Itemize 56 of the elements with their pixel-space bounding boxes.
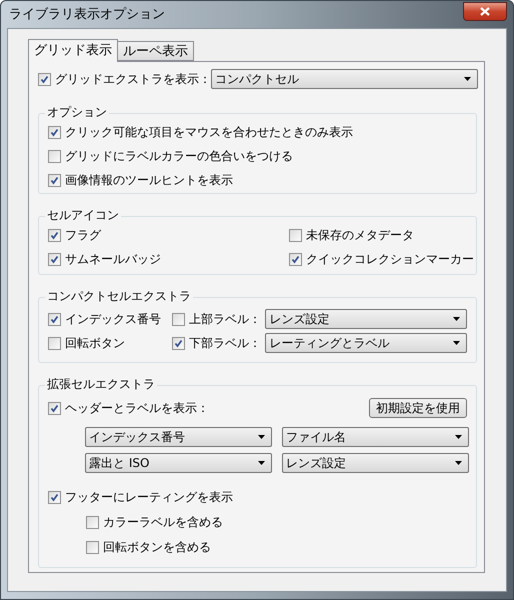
caret-icon [258, 461, 265, 465]
checkbox-label: グリッドにラベルカラーの色合いをつける [65, 150, 293, 162]
dropdown[interactable]: インデックス番号 [85, 427, 272, 447]
checkbox[interactable] [48, 402, 61, 414]
checkbox[interactable] [289, 228, 302, 242]
checkbox-label: 回転ボタンを含める [103, 541, 211, 553]
tab[interactable]: ルーペ表示 [118, 41, 194, 61]
dropdown[interactable]: レーティングとラベル [265, 333, 467, 353]
caret-icon [258, 435, 265, 439]
checkbox[interactable] [172, 336, 186, 350]
dropdown[interactable]: 露出と ISO [85, 453, 272, 473]
checkbox[interactable] [48, 336, 61, 350]
checkbox-label: フッターにレーティングを表示 [65, 491, 233, 503]
dropdown[interactable]: ファイル名 [282, 427, 469, 447]
checkbox-label: 下部ラベル： [189, 337, 262, 349]
caret-icon [455, 461, 462, 465]
checkbox-label: カラーラベルを含める [103, 516, 223, 528]
window-title: ライブラリ表示オプション [9, 8, 165, 21]
checkbox-label: 未保存のメタデータ [306, 229, 414, 241]
checkbox[interactable] [86, 516, 99, 528]
checkbox[interactable] [289, 252, 302, 266]
dropdown[interactable]: レンズ設定 [265, 309, 467, 329]
group-title: オプション [45, 106, 109, 118]
close-button[interactable] [463, 2, 507, 21]
checkbox[interactable] [48, 228, 61, 242]
checkbox[interactable] [48, 252, 61, 266]
group-title: コンパクトセルエクストラ [45, 290, 193, 302]
checkbox-label: インデックス番号 [65, 313, 161, 325]
caret-icon [464, 77, 471, 81]
checkbox-label: クイックコレクションマーカー [306, 253, 474, 265]
checkbox-label: サムネールバッジ [65, 253, 161, 265]
dropdown[interactable]: コンパクトセル [211, 69, 478, 89]
caret-icon [453, 341, 460, 345]
checkbox[interactable] [48, 312, 61, 326]
checkbox-label: 上部ラベル： [189, 313, 262, 325]
group-title: セルアイコン [45, 209, 121, 221]
checkbox-label: フラグ [65, 229, 101, 241]
caret-icon [455, 435, 462, 439]
checkbox[interactable] [48, 174, 61, 186]
dropdown[interactable]: レンズ設定 [282, 453, 469, 473]
checkbox[interactable] [172, 312, 186, 326]
checkbox[interactable] [48, 150, 61, 162]
checkbox-label: 画像情報のツールヒントを表示 [65, 174, 233, 186]
default-button[interactable]: 初期設定を使用 [369, 398, 467, 418]
checkbox[interactable] [48, 490, 61, 504]
checkbox-label: クリック可能な項目をマウスを合わせたときのみ表示 [65, 126, 353, 138]
checkbox[interactable] [86, 540, 99, 554]
checkbox-label: 回転ボタン [65, 337, 125, 349]
close-icon [480, 7, 490, 16]
checkbox-label: グリッドエクストラを表示： [55, 73, 211, 85]
checkbox[interactable] [38, 72, 51, 86]
caret-icon [453, 317, 460, 321]
checkbox-label: ヘッダーとラベルを表示： [65, 402, 209, 414]
checkbox[interactable] [48, 126, 61, 138]
group-title: 拡張セルエクストラ [45, 378, 157, 390]
tab[interactable]: グリッド表示 [28, 39, 118, 62]
